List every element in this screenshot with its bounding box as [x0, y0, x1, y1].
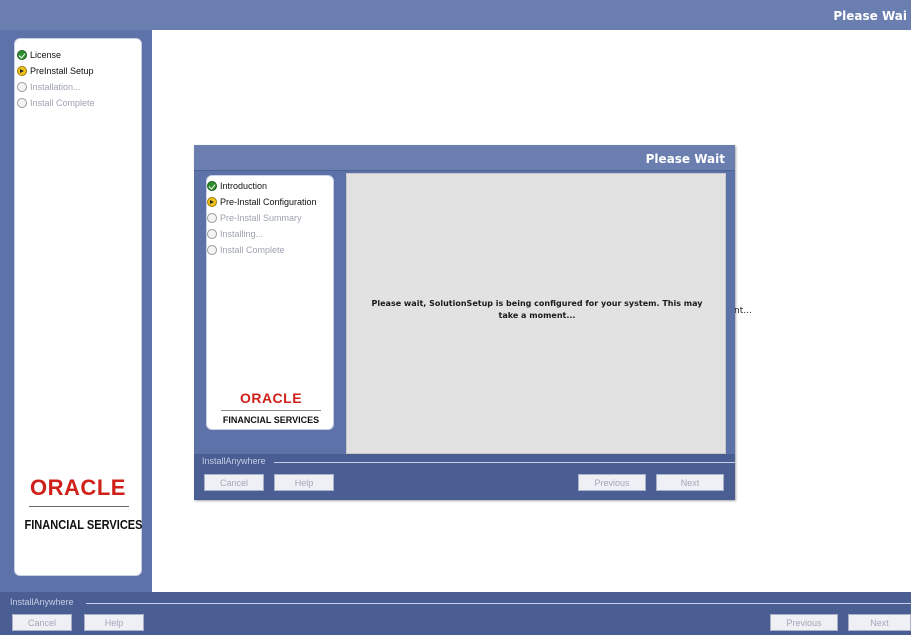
- outer-step-list: License PreInstall Setup Installation...…: [17, 47, 95, 111]
- dialog-step-label: Pre-Install Configuration: [220, 197, 317, 207]
- financial-services-label: FINANCIAL SERVICES: [222, 415, 320, 425]
- please-wait-message: Please wait, SolutionSetup is being conf…: [347, 298, 727, 322]
- dialog-title-bar: Please Wait: [194, 145, 735, 171]
- footer-divider: [274, 462, 735, 463]
- checkmark-icon: [207, 181, 217, 191]
- dialog-step-label: Installing...: [220, 229, 264, 239]
- dialog-cancel-button[interactable]: Cancel: [204, 474, 264, 491]
- footer-divider: [86, 603, 911, 604]
- financial-services-label: FINANCIAL SERVICES: [24, 517, 143, 532]
- outer-footer: InstallAnywhere Cancel Help Previous Nex…: [0, 592, 911, 635]
- dialog-footer: InstallAnywhere Cancel Help Previous Nex…: [194, 454, 735, 500]
- empty-circle-icon: [207, 213, 217, 223]
- dialog-steps-panel: Introduction Pre-Install Configuration P…: [206, 175, 334, 430]
- dialog-step-introduction: Introduction: [207, 178, 317, 194]
- dialog-step-pre-install-configuration: Pre-Install Configuration: [207, 194, 317, 210]
- message-line-2: take a moment...: [498, 311, 576, 320]
- dialog-step-list: Introduction Pre-Install Configuration P…: [207, 178, 317, 258]
- empty-circle-icon: [17, 98, 27, 108]
- outer-cancel-button[interactable]: Cancel: [12, 614, 72, 631]
- installanywhere-label: InstallAnywhere: [202, 456, 266, 466]
- outer-next-button[interactable]: Next: [848, 614, 911, 631]
- outer-sidebar: License PreInstall Setup Installation...…: [0, 30, 152, 592]
- installanywhere-label: InstallAnywhere: [10, 597, 74, 607]
- dialog-step-label: Introduction: [220, 181, 268, 191]
- outer-partial-message: nt...: [734, 306, 752, 316]
- dialog-step-install-complete: Install Complete: [207, 242, 317, 258]
- outer-title: Please Wai: [833, 9, 907, 23]
- checkmark-icon: [17, 50, 27, 60]
- outer-step-label: Install Complete: [30, 98, 95, 108]
- outer-previous-button[interactable]: Previous: [770, 614, 838, 631]
- arrow-right-icon: [17, 66, 27, 76]
- dialog-title: Please Wait: [645, 152, 725, 166]
- outer-steps-panel: License PreInstall Setup Installation...…: [14, 38, 143, 576]
- dialog-next-button[interactable]: Next: [656, 474, 724, 491]
- outer-step-install-complete: Install Complete: [17, 95, 95, 111]
- outer-step-label: PreInstall Setup: [30, 66, 94, 76]
- message-line-1: Please wait, SolutionSetup is being conf…: [371, 299, 703, 308]
- oracle-logo: ORACLE: [239, 390, 303, 406]
- outer-step-installation: Installation...: [17, 79, 95, 95]
- outer-step-license: License: [17, 47, 95, 63]
- dialog-previous-button[interactable]: Previous: [578, 474, 646, 491]
- empty-circle-icon: [17, 82, 27, 92]
- dialog-step-pre-install-summary: Pre-Install Summary: [207, 210, 317, 226]
- empty-circle-icon: [207, 229, 217, 239]
- logo-divider: [221, 410, 321, 411]
- arrow-right-icon: [207, 197, 217, 207]
- please-wait-dialog: Please Wait Introduction Pre-Install Con…: [194, 145, 735, 500]
- outer-step-label: License: [30, 50, 62, 60]
- installer-window: Please Wai License PreInstall Setup Inst…: [0, 0, 911, 635]
- dialog-help-button[interactable]: Help: [274, 474, 334, 491]
- dialog-step-label: Install Complete: [220, 245, 285, 255]
- outer-step-label: Installation...: [30, 82, 81, 92]
- dialog-content-area: Please wait, SolutionSetup is being conf…: [346, 173, 726, 454]
- dialog-step-installing: Installing...: [207, 226, 317, 242]
- outer-help-button[interactable]: Help: [84, 614, 144, 631]
- outer-title-bar: Please Wai: [0, 0, 911, 30]
- outer-step-preinstall: PreInstall Setup: [17, 63, 95, 79]
- oracle-logo: ORACLE: [30, 475, 126, 500]
- dialog-step-label: Pre-Install Summary: [220, 213, 302, 223]
- empty-circle-icon: [207, 245, 217, 255]
- logo-divider: [29, 506, 129, 507]
